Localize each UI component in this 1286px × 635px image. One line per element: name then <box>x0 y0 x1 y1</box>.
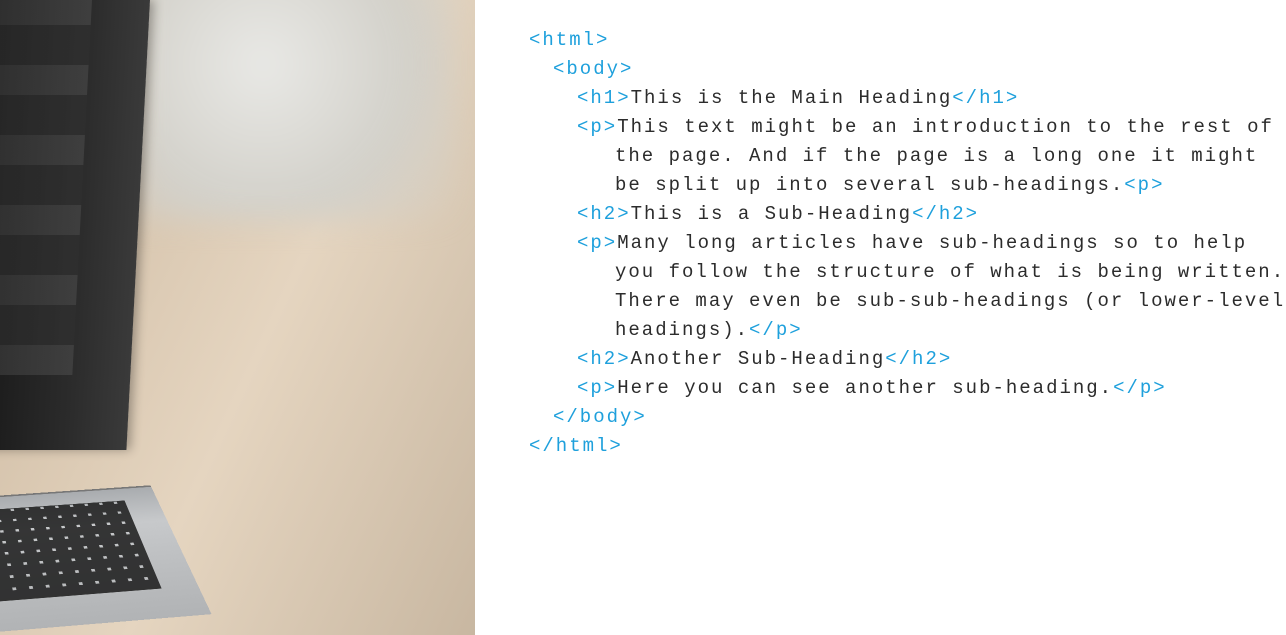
code-text: the page. And if the page is a long one … <box>615 145 1258 167</box>
code-tag: <p> <box>577 377 617 399</box>
code-text: Many long articles have sub-headings so … <box>617 232 1247 254</box>
code-line: <h2>Another Sub-Heading</h2> <box>529 345 1285 374</box>
code-line: you follow the structure of what is bein… <box>529 258 1285 287</box>
code-line: </body> <box>529 403 1285 432</box>
code-text: you follow the structure of what is bein… <box>615 261 1285 283</box>
code-line: There may even be sub-sub-headings (or l… <box>529 287 1285 316</box>
code-tag: <h2> <box>577 203 631 225</box>
code-tag: </body> <box>553 406 647 428</box>
code-text: headings). <box>615 319 749 341</box>
code-text: This is a Sub-Heading <box>631 203 912 225</box>
laptop-keyboard <box>0 485 212 635</box>
code-tag: </html> <box>529 435 623 457</box>
code-tag: </h2> <box>912 203 979 225</box>
code-line: be split up into several sub-headings.<p… <box>529 171 1285 200</box>
code-line: <h2>This is a Sub-Heading</h2> <box>529 200 1285 229</box>
code-line: <html> <box>529 26 1285 55</box>
decorative-laptop-image <box>0 0 475 635</box>
code-text: There may even be sub-sub-headings (or l… <box>615 290 1285 312</box>
code-tag: <p> <box>1124 174 1164 196</box>
code-line: <p>Here you can see another sub-heading.… <box>529 374 1285 403</box>
code-line: the page. And if the page is a long one … <box>529 142 1285 171</box>
background-blur <box>135 0 455 220</box>
code-tag: </h1> <box>952 87 1019 109</box>
code-line: <p>This text might be an introduction to… <box>529 113 1285 142</box>
code-line: <h1>This is the Main Heading</h1> <box>529 84 1285 113</box>
code-line: </html> <box>529 432 1285 461</box>
laptop-screen <box>0 0 150 450</box>
code-tag: <h2> <box>577 348 631 370</box>
code-snippet: <html> <body> <h1>This is the Main Heading… <box>475 0 1286 635</box>
code-line: <body> <box>529 55 1285 84</box>
code-tag: <p> <box>577 232 617 254</box>
code-tag: <p> <box>577 116 617 138</box>
code-tag: <html> <box>529 29 609 51</box>
code-tag: </h2> <box>885 348 952 370</box>
code-tag: <h1> <box>577 87 631 109</box>
code-tag: </p> <box>1113 377 1167 399</box>
code-tag: <body> <box>553 58 633 80</box>
code-line: <p>Many long articles have sub-headings … <box>529 229 1285 258</box>
code-text: Another Sub-Heading <box>631 348 886 370</box>
code-text: Here you can see another sub-heading. <box>617 377 1113 399</box>
code-text: This text might be an introduction to th… <box>617 116 1274 138</box>
code-tag: </p> <box>749 319 803 341</box>
code-text: be split up into several sub-headings. <box>615 174 1124 196</box>
code-line: headings).</p> <box>529 316 1285 345</box>
code-text: This is the Main Heading <box>631 87 953 109</box>
